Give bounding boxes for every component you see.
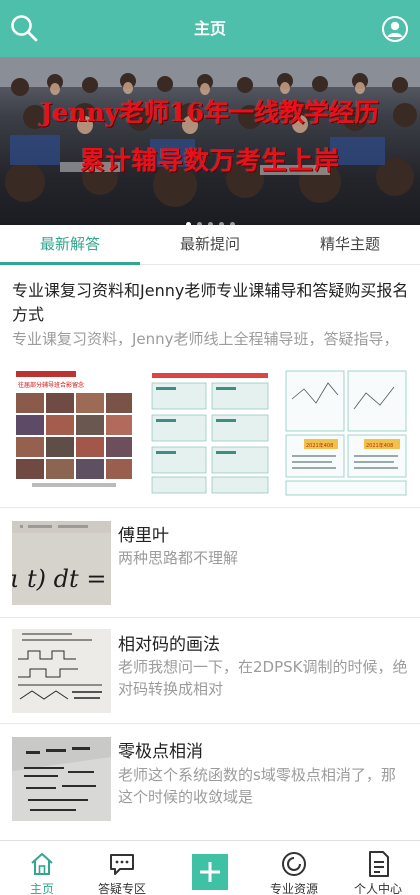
thumbnail-caption: 往届部分辅导班合影留念: [18, 381, 84, 389]
post-summary: 专业课复习资料，Jenny老师线上全程辅导班，答疑指导，: [12, 330, 399, 348]
document-thumbnail[interactable]: [148, 369, 272, 497]
post-thumbnail: ι t) dt =: [12, 521, 111, 605]
nav-profile[interactable]: 个人中心: [336, 841, 420, 895]
post-title: 傅里叶: [118, 526, 169, 546]
resource-icon: [282, 852, 306, 876]
banner-carousel[interactable]: Jenny老师16年一线教学经历 累计辅导数万考生上岸: [0, 57, 420, 225]
notes-thumbnail[interactable]: 2021年408 2021年408: [284, 369, 408, 497]
thumbnail-formula: ι t) dt =: [12, 565, 106, 593]
nav-resources[interactable]: 专业资源: [252, 841, 336, 895]
page-title: 主页: [193, 19, 226, 38]
app-header: 主页: [0, 0, 420, 57]
post-title: 专业课复习资料和Jenny老师专业课辅导和答疑购买报名方式: [12, 281, 409, 324]
list-item[interactable]: ι t) dt = 傅里叶 两种思路都不理解: [0, 509, 420, 618]
nav-label: 专业资源: [269, 882, 318, 895]
nav-label: 主页: [29, 882, 54, 895]
plus-icon: [200, 862, 220, 882]
featured-post[interactable]: 专业课复习资料和Jenny老师专业课辅导和答疑购买报名方式 专业课复习资料，Je…: [0, 265, 420, 508]
post-summary: 老师这个系统函数的s域零极点相消了，那这个时候的收敛域是: [118, 766, 396, 806]
post-summary: 老师我想问一下，在2DPSK调制的时候，绝对码转换成相对: [118, 658, 408, 698]
document-icon: [369, 851, 389, 877]
group-photo-thumbnail[interactable]: 往届部分辅导班合影留念: [12, 369, 136, 497]
list-item[interactable]: 零极点相消 老师这个系统函数的s域零极点相消了，那这个时候的收敛域是: [0, 724, 420, 836]
post-thumbnail: [12, 737, 111, 821]
nav-label: 个人中心: [353, 882, 402, 895]
carousel-dots: [0, 212, 420, 225]
tab-latest-questions[interactable]: 最新提问: [140, 225, 280, 264]
tab-bar: 最新解答 最新提问 精华主题: [0, 225, 420, 265]
list-item[interactable]: 相对码的画法 老师我想问一下，在2DPSK调制的时候，绝对码转换成相对: [0, 618, 420, 724]
post-thumbnails: 往届部分辅导班合影留念 2021年408 2021年408: [12, 369, 408, 497]
post-title: 零极点相消: [118, 742, 203, 762]
post-title: 相对码的画法: [118, 635, 220, 655]
add-post-button[interactable]: [192, 854, 228, 890]
badge-text: 2021年408: [306, 442, 333, 449]
chat-icon: [110, 854, 134, 875]
nav-home[interactable]: 主页: [0, 841, 84, 895]
nav-label: 答疑专区: [97, 882, 146, 895]
tab-latest-answers[interactable]: 最新解答: [0, 225, 140, 264]
tab-featured-topics[interactable]: 精华主题: [280, 225, 420, 264]
post-thumbnail: [12, 629, 111, 713]
banner-headline: Jenny老师16年一线教学经历: [40, 98, 380, 127]
badge-text: 2021年408: [366, 442, 393, 449]
post-summary: 两种思路都不理解: [118, 549, 239, 567]
nav-qa[interactable]: 答疑专区: [80, 841, 164, 895]
banner-subheadline: 累计辅导数万考生上岸: [79, 146, 340, 175]
home-icon: [31, 853, 53, 875]
user-avatar-icon[interactable]: [382, 16, 408, 42]
